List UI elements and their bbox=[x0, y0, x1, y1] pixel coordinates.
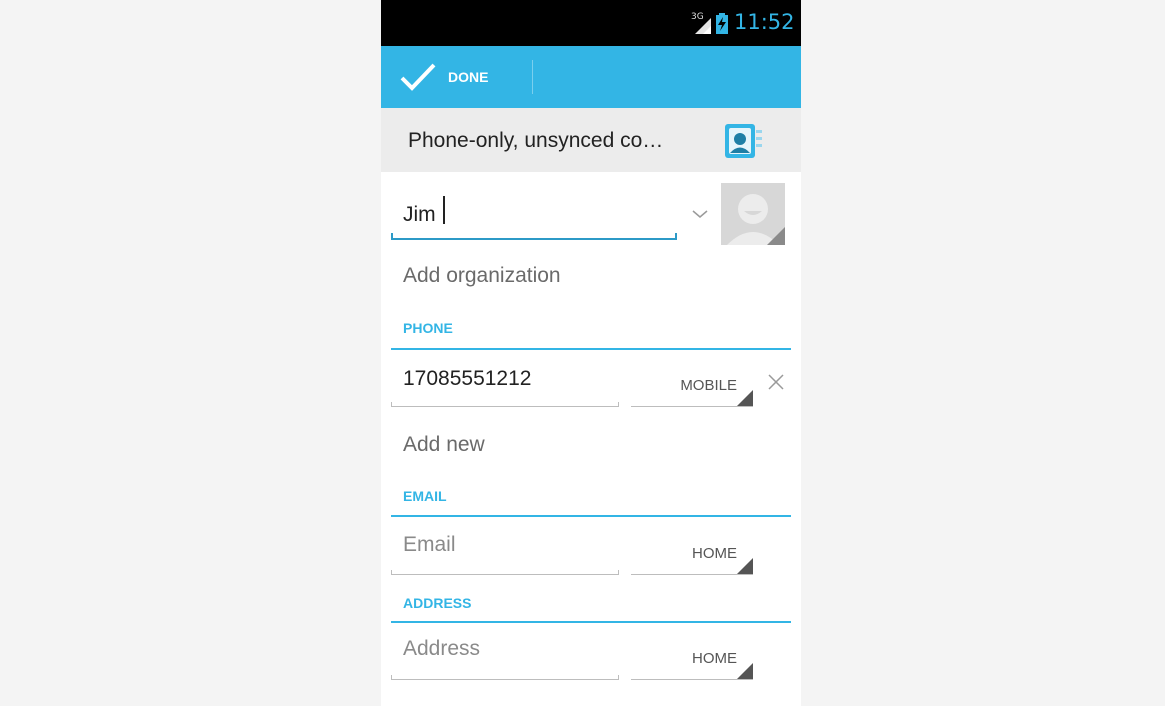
name-row bbox=[381, 172, 801, 252]
email-field-tick-left bbox=[391, 570, 392, 575]
name-field-tick-right bbox=[675, 233, 677, 239]
phone-type-underline bbox=[631, 406, 753, 407]
signal-icon: 3G bbox=[691, 12, 711, 34]
address-field[interactable]: Address bbox=[403, 637, 480, 661]
avatar-icon bbox=[727, 194, 785, 245]
checkmark-icon bbox=[400, 63, 436, 91]
phone-field-tick-left bbox=[391, 402, 392, 407]
email-field-underline bbox=[391, 574, 619, 575]
close-icon[interactable] bbox=[765, 371, 787, 393]
phone-type-spinner[interactable]: MOBILE bbox=[631, 363, 753, 407]
email-type-underline bbox=[631, 574, 753, 575]
done-label: DONE bbox=[448, 69, 489, 85]
address-field-underline bbox=[391, 679, 619, 680]
contact-photo[interactable] bbox=[721, 183, 785, 245]
phone-section-divider bbox=[391, 348, 791, 350]
email-type-spinner[interactable]: HOME bbox=[631, 531, 753, 575]
email-section-divider bbox=[391, 515, 791, 517]
account-label: Phone-only, unsynced co… bbox=[408, 129, 664, 152]
address-section-header: ADDRESS bbox=[403, 595, 472, 611]
name-field-tick-left bbox=[391, 233, 393, 239]
name-field-underline bbox=[391, 238, 677, 240]
email-type-label: HOME bbox=[692, 545, 737, 562]
address-type-underline bbox=[631, 679, 753, 680]
account-header[interactable]: Phone-only, unsynced co… bbox=[381, 108, 801, 172]
action-divider bbox=[532, 60, 533, 94]
phone-field-underline bbox=[391, 406, 619, 407]
spinner-corner-icon bbox=[737, 558, 753, 574]
battery-charging-icon bbox=[716, 13, 728, 34]
add-organization[interactable]: Add organization bbox=[403, 264, 561, 288]
chevron-down-icon[interactable] bbox=[691, 208, 709, 220]
network-type: 3G bbox=[691, 12, 704, 22]
email-field[interactable]: Email bbox=[403, 533, 456, 557]
contacts-icon bbox=[725, 124, 762, 158]
status-bar: 3G 11:52 bbox=[381, 0, 801, 46]
done-button[interactable]: DONE bbox=[381, 46, 533, 108]
status-clock: 11:52 bbox=[734, 10, 795, 34]
address-field-tick-right bbox=[618, 675, 619, 680]
add-new-phone[interactable]: Add new bbox=[403, 433, 485, 457]
action-bar: DONE bbox=[381, 46, 801, 108]
address-type-spinner[interactable]: HOME bbox=[631, 636, 753, 680]
email-field-tick-right bbox=[618, 570, 619, 575]
address-section-divider bbox=[391, 621, 791, 623]
phone-number-field[interactable]: 17085551212 bbox=[403, 367, 531, 391]
address-field-tick-left bbox=[391, 675, 392, 680]
phone-section-header: PHONE bbox=[403, 320, 453, 336]
phone-screen: 3G 11:52 DONE Phone-only, unsynced co… J… bbox=[381, 0, 801, 706]
phone-type-label: MOBILE bbox=[680, 377, 737, 394]
email-section-header: EMAIL bbox=[403, 488, 447, 504]
text-cursor bbox=[443, 196, 445, 224]
phone-field-tick-right bbox=[618, 402, 619, 407]
spinner-corner-icon bbox=[737, 663, 753, 679]
name-field[interactable] bbox=[391, 190, 677, 240]
spinner-corner-icon bbox=[737, 390, 753, 406]
address-type-label: HOME bbox=[692, 650, 737, 667]
